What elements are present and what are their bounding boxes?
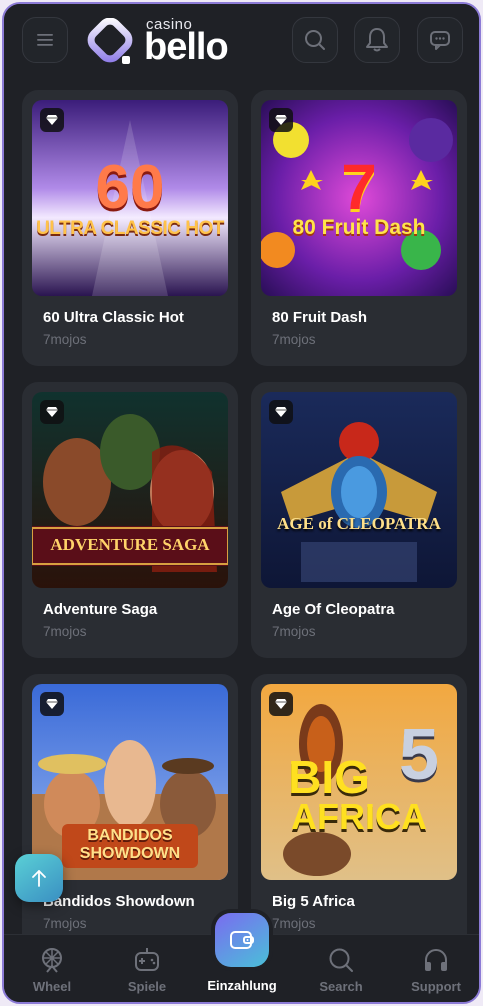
thumb-art-line1: BANDIDOS (87, 827, 173, 844)
hamburger-icon (37, 34, 53, 46)
bottom-navigation: Wheel Spiele Einzahlung Search Support (4, 913, 479, 1002)
game-thumbnail[interactable]: BIG 5 AFRICA (261, 684, 457, 880)
app-frame: casino bello 60 ULTRA CLASSIC HOT 60 Ult… (2, 2, 481, 1004)
thumb-art-number: 60 (95, 153, 165, 222)
game-thumbnail[interactable]: 60 ULTRA CLASSIC HOT (32, 100, 228, 296)
notifications-button[interactable] (354, 17, 400, 63)
nav-label: Search (319, 979, 363, 994)
menu-button[interactable] (22, 17, 68, 63)
wheel-icon (42, 948, 62, 973)
deposit-button[interactable] (215, 913, 269, 967)
game-provider: 7mojos (43, 624, 87, 639)
game-title: 60 Ultra Classic Hot (43, 309, 184, 326)
game-thumbnail[interactable]: AGE of CLEOPATRA (261, 392, 457, 588)
game-thumbnail[interactable]: ADVENTURE SAGA (32, 392, 228, 588)
bell-icon (366, 28, 388, 52)
game-title: Age Of Cleopatra (272, 601, 395, 618)
scroll-top-button[interactable] (15, 854, 63, 902)
thumb-art-number: 5 (398, 715, 440, 795)
logo-big-text: bello (144, 26, 229, 68)
diamond-icon (269, 400, 293, 424)
diamond-icon (269, 692, 293, 716)
nav-wheel[interactable]: Wheel (7, 945, 97, 994)
arrow-up-icon (32, 870, 46, 887)
deposit-label[interactable]: Einzahlung (197, 978, 287, 993)
headphones-icon (425, 949, 447, 971)
nav-label: Wheel (32, 979, 72, 994)
search-button[interactable] (292, 17, 338, 63)
logo-mark-icon (87, 18, 133, 64)
thumb-art-title: 80 Fruit Dash (292, 216, 426, 239)
search-icon (305, 30, 325, 50)
game-title: Big 5 Africa (272, 893, 355, 910)
chat-icon (430, 31, 450, 50)
game-title: 80 Fruit Dash (272, 309, 368, 326)
search-icon (329, 948, 353, 972)
wallet-icon (230, 931, 254, 949)
brand-logo[interactable]: casino bello (84, 16, 234, 68)
game-provider: 7mojos (43, 916, 87, 931)
nav-support[interactable]: Support (391, 945, 479, 994)
game-provider: 7mojos (43, 332, 87, 347)
thumb-art-title: ULTRA CLASSIC HOT (36, 218, 224, 239)
game-card[interactable]: 7 80 Fruit Dash 80 Fruit Dash 7mojos (251, 90, 467, 366)
header: casino bello (4, 4, 479, 82)
gamepad-icon (135, 948, 159, 971)
thumb-art-seven: 7 (341, 151, 377, 223)
game-provider: 7mojos (272, 624, 316, 639)
game-provider: 7mojos (272, 916, 316, 931)
diamond-icon (40, 108, 64, 132)
diamond-icon (269, 108, 293, 132)
game-thumbnail[interactable]: BANDIDOS SHOWDOWN (32, 684, 228, 880)
game-card[interactable]: BIG 5 AFRICA Big 5 Africa 7mojos (251, 674, 467, 950)
diamond-icon (40, 400, 64, 424)
nav-search[interactable]: Search (296, 945, 386, 994)
nav-label: Support (411, 979, 461, 994)
chat-button[interactable] (417, 17, 463, 63)
game-card[interactable]: ADVENTURE SAGA Adventure Saga 7mojos (22, 382, 238, 658)
nav-games[interactable]: Spiele (102, 945, 192, 994)
game-thumbnail[interactable]: 7 80 Fruit Dash (261, 100, 457, 296)
thumb-art-line2: SHOWDOWN (79, 845, 181, 862)
diamond-icon (40, 692, 64, 716)
game-title: Adventure Saga (43, 601, 158, 618)
thumb-art-line2: AFRICA (291, 796, 427, 837)
game-card[interactable]: BANDIDOS SHOWDOWN Bandidos Showdown 7moj… (22, 674, 238, 950)
game-card[interactable]: 60 ULTRA CLASSIC HOT 60 Ultra Classic Ho… (22, 90, 238, 366)
game-provider: 7mojos (272, 332, 316, 347)
game-card[interactable]: AGE of CLEOPATRA Age Of Cleopatra 7mojos (251, 382, 467, 658)
thumb-art-title: ADVENTURE SAGA (50, 535, 210, 554)
game-title: Bandidos Showdown (43, 893, 195, 910)
thumb-art-title: AGE of CLEOPATRA (277, 514, 441, 533)
nav-label: Spiele (127, 979, 167, 994)
